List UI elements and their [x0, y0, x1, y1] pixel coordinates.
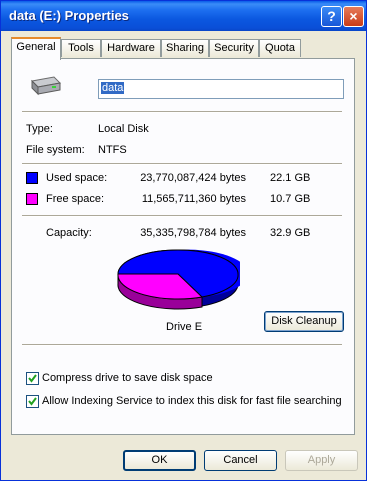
close-button[interactable]: ×	[343, 6, 364, 27]
apply-button[interactable]: Apply	[285, 450, 358, 471]
tab-security[interactable]: Security	[209, 39, 259, 57]
free-space-size: 10.7 GB	[270, 193, 311, 205]
separator	[22, 163, 342, 165]
tab-general[interactable]: General	[11, 37, 61, 60]
separator	[22, 111, 342, 113]
separator	[22, 215, 342, 217]
free-space-swatch	[26, 193, 38, 205]
properties-window: data (E:) Properties ? × General Tools H…	[0, 0, 367, 481]
capacity-bytes: 35,335,798,784 bytes	[140, 227, 246, 239]
used-space-swatch	[26, 172, 38, 184]
indexing-checkbox[interactable]	[26, 395, 39, 408]
file-system-label: File system:	[26, 144, 85, 156]
ok-button[interactable]: OK	[123, 450, 196, 471]
type-label: Type:	[26, 123, 53, 135]
compress-checkbox[interactable]	[26, 372, 39, 385]
used-space-size: 22.1 GB	[270, 172, 311, 184]
general-panel: data Type: Local Disk File system: NTFS …	[11, 58, 355, 435]
type-value: Local Disk	[98, 123, 149, 135]
used-space-bytes: 23,770,087,424 bytes	[140, 172, 246, 184]
indexing-label[interactable]: Allow Indexing Service to index this dis…	[42, 395, 342, 407]
compress-label[interactable]: Compress drive to save disk space	[42, 372, 213, 384]
disk-cleanup-button[interactable]: Disk Cleanup	[264, 311, 344, 332]
help-button[interactable]: ?	[321, 6, 342, 27]
cancel-button[interactable]: Cancel	[204, 450, 277, 471]
hard-drive-icon	[30, 76, 62, 96]
capacity-size: 32.9 GB	[270, 227, 311, 239]
checkmark-icon	[28, 374, 37, 383]
drive-label-input[interactable]: data	[98, 79, 344, 99]
drive-label-text: data	[101, 82, 125, 94]
free-space-label: Free space:	[46, 193, 105, 205]
tab-sharing[interactable]: Sharing	[161, 39, 209, 57]
tab-quota[interactable]: Quota	[259, 39, 301, 57]
file-system-value: NTFS	[98, 144, 127, 156]
title-bar[interactable]: data (E:) Properties ? ×	[1, 1, 366, 31]
tab-tools[interactable]: Tools	[61, 39, 101, 57]
window-title: data (E:) Properties	[9, 8, 129, 23]
separator	[22, 344, 342, 346]
free-space-bytes: 11,565,711,360 bytes	[141, 193, 246, 205]
tab-hardware[interactable]: Hardware	[101, 39, 161, 57]
disk-usage-pie-chart	[117, 249, 240, 310]
drive-caption: Drive E	[166, 321, 203, 333]
checkmark-icon	[28, 397, 37, 406]
used-space-label: Used space:	[46, 172, 108, 184]
capacity-label: Capacity:	[46, 227, 92, 239]
